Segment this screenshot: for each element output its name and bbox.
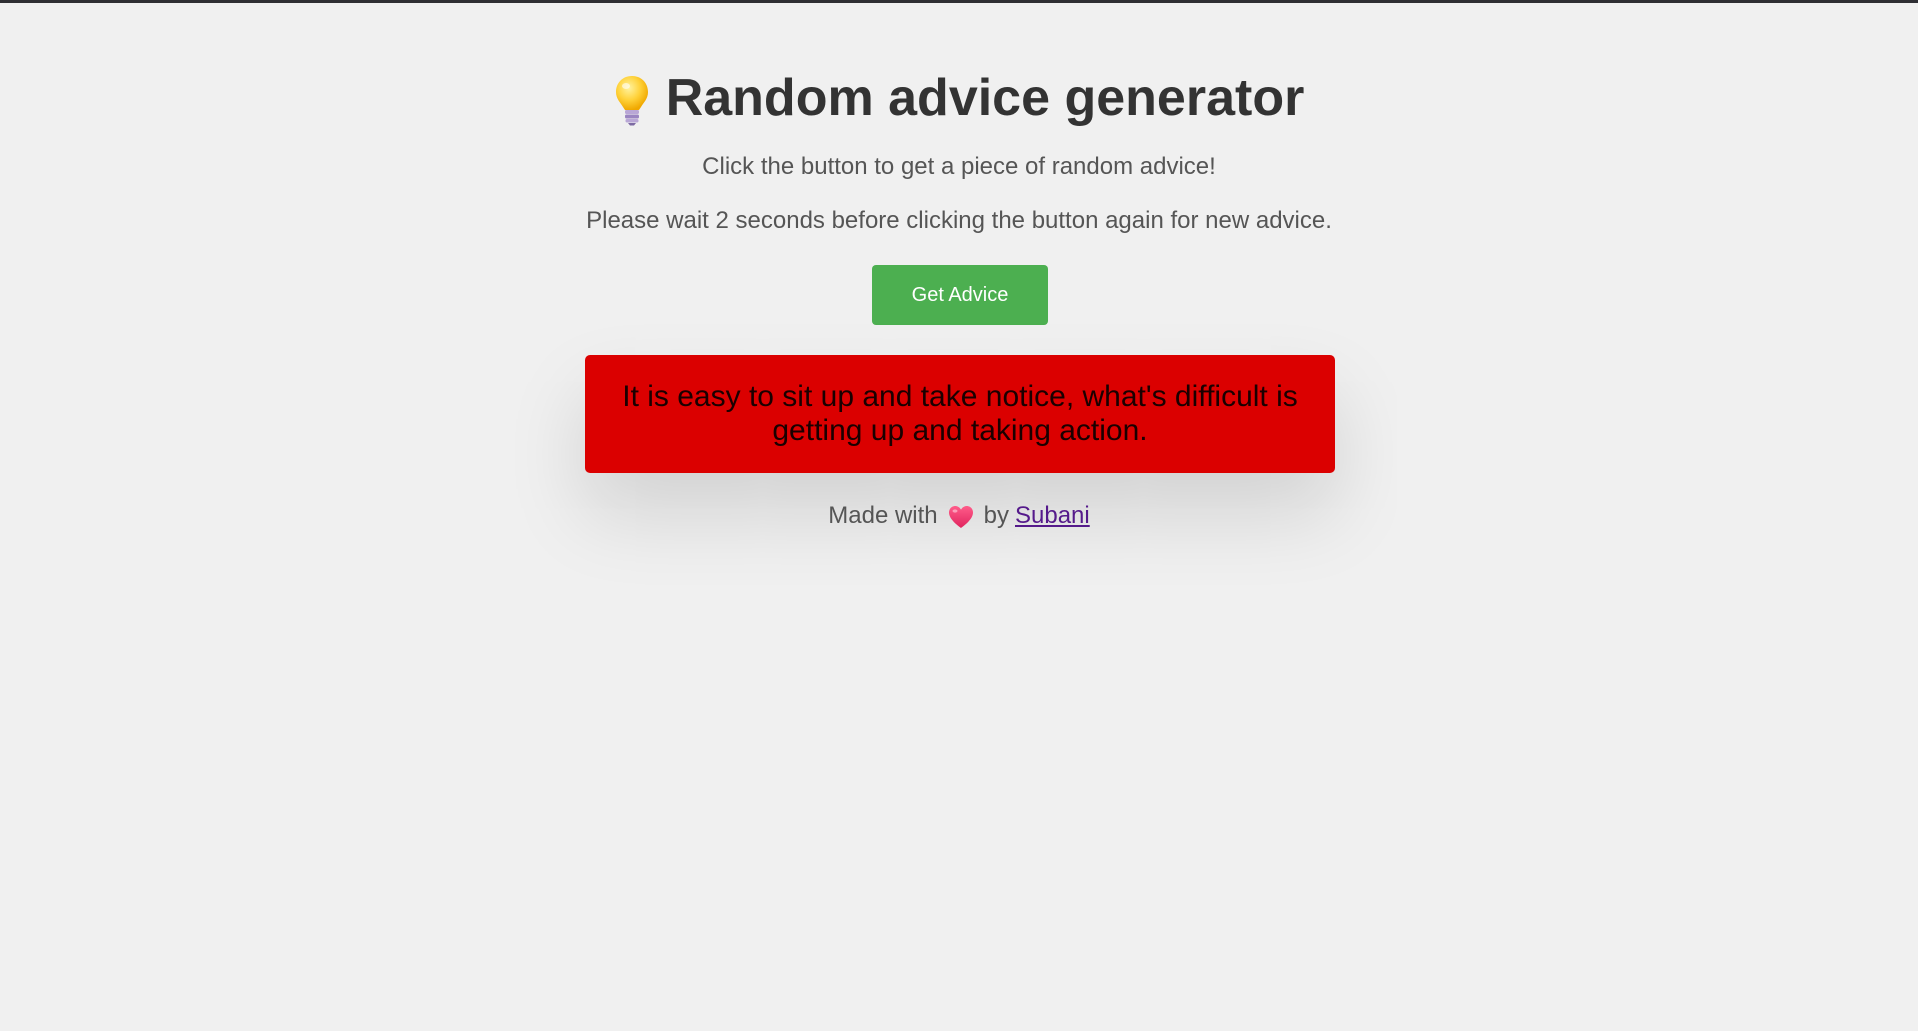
advice-card: It is easy to sit up and take notice, wh…: [585, 355, 1335, 473]
heart-icon: [948, 505, 974, 529]
author-link[interactable]: Subani: [1015, 500, 1090, 532]
footer-made-with: Made with: [828, 502, 938, 529]
page-title-text: Random advice generator: [665, 69, 1305, 127]
advice-text: It is easy to sit up and take notice, wh…: [622, 380, 1298, 447]
lightbulb-icon: [614, 74, 650, 126]
instruction-text: Click the button to get a piece of rando…: [702, 153, 1216, 180]
footer-by: by: [983, 502, 1009, 529]
window-top-border: [0, 0, 1918, 3]
page-title: Random advice generator: [0, 68, 1918, 128]
get-advice-button[interactable]: Get Advice: [872, 265, 1048, 325]
footer: Made with by Subani: [0, 500, 1918, 532]
wait-notice-text: Please wait 2 seconds before clicking th…: [586, 207, 1332, 234]
